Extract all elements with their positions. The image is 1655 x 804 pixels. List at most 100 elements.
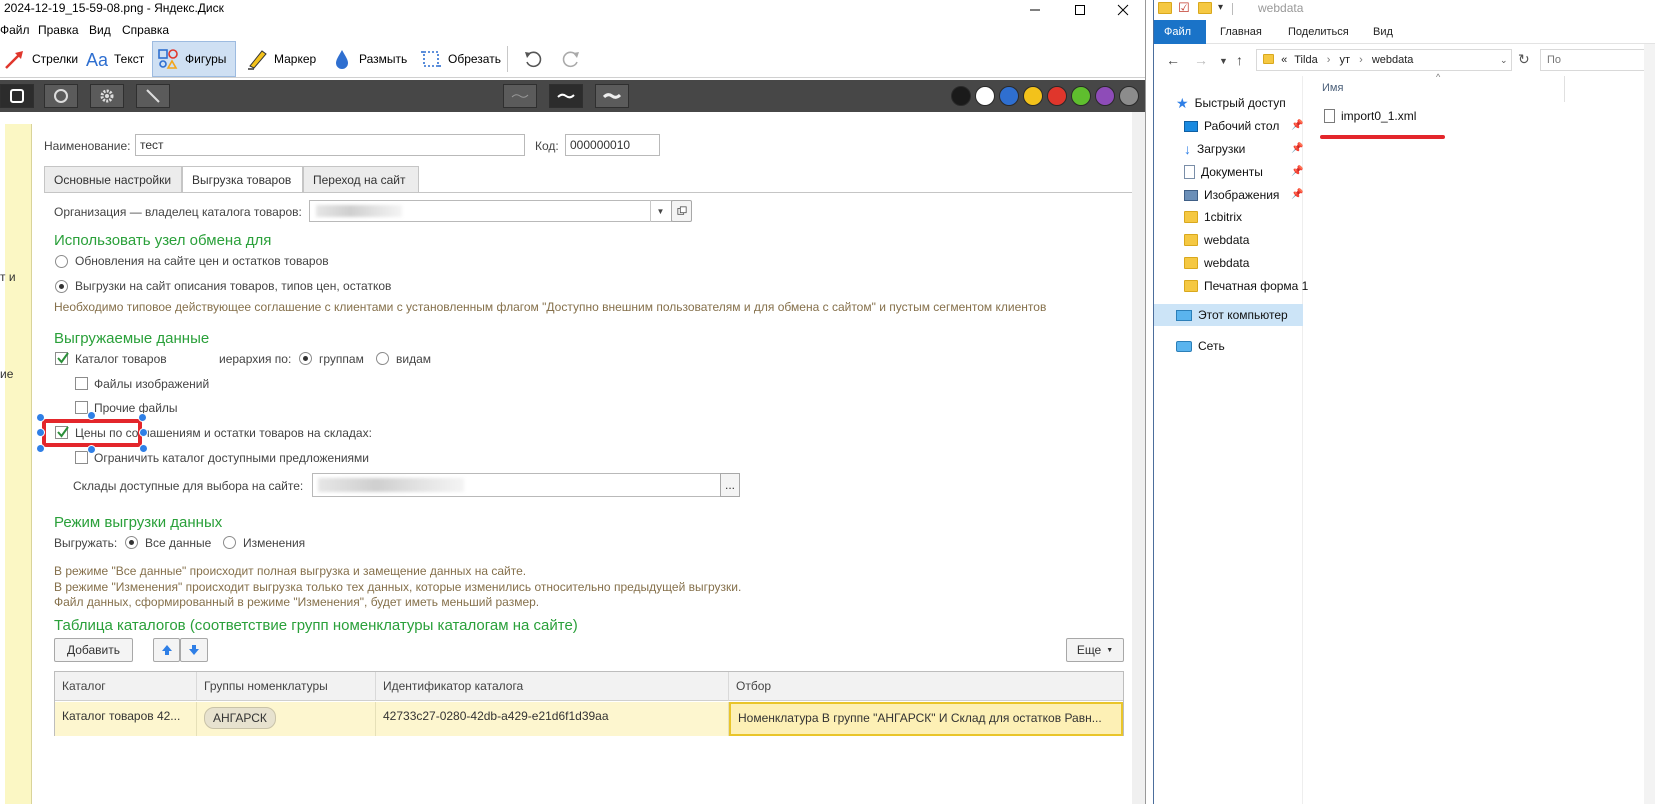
column-header-catalog-id[interactable]: Идентификатор каталога [376, 672, 729, 701]
breadcrumb-overflow[interactable]: « [1281, 54, 1287, 66]
shape-rectangle-button[interactable] [0, 84, 34, 108]
color-swatch[interactable] [999, 86, 1019, 106]
color-swatch[interactable] [1119, 86, 1139, 106]
breadcrumb-webdata[interactable]: webdata [1372, 54, 1414, 66]
quick-access-toolbar-icon[interactable]: ▾ [1218, 2, 1223, 13]
code-input[interactable]: 000000010 [565, 134, 660, 156]
color-swatch[interactable] [951, 86, 971, 106]
shape-settings-button[interactable] [90, 84, 124, 108]
up-button[interactable]: ↑ [1236, 52, 1243, 68]
organization-dropdown[interactable]: ▼ [650, 200, 670, 222]
new-folder-icon[interactable] [1198, 2, 1212, 14]
breadcrumb-tilda[interactable]: Tilda [1294, 54, 1317, 66]
undo-button[interactable] [518, 41, 548, 77]
column-header-filter[interactable]: Отбор [729, 672, 1123, 701]
search-input[interactable]: По [1540, 49, 1655, 71]
tool-text[interactable]: Aa Текст [82, 41, 148, 77]
breadcrumb-ut[interactable]: ут [1339, 54, 1350, 66]
color-swatch[interactable] [975, 86, 995, 106]
table-cell-catalog-id[interactable]: 42733c27-0280-42db-a429-e21d6f1d39aa [376, 702, 729, 736]
radio-hierarchy-groups[interactable] [299, 352, 312, 365]
checkbox-other-files[interactable] [75, 401, 88, 414]
pin-icon[interactable]: 📌 [1291, 120, 1303, 131]
nav-this-pc[interactable]: Этот компьютер [1176, 304, 1288, 326]
color-swatch[interactable] [1023, 86, 1043, 106]
radio-changes[interactable] [223, 536, 236, 549]
pin-icon[interactable]: 📌 [1291, 143, 1303, 154]
checkbox-catalog[interactable] [55, 352, 69, 365]
resize-handle[interactable] [139, 428, 148, 437]
shape-ellipse-button[interactable] [44, 84, 78, 108]
nav-folder-webdata-2[interactable]: webdata [1184, 252, 1249, 274]
maximize-button[interactable] [1058, 0, 1102, 20]
table-cell-groups[interactable]: АНГАРСК [197, 702, 376, 736]
radio-update-prices[interactable] [55, 255, 68, 268]
column-header-groups[interactable]: Группы номенклатуры [197, 672, 376, 701]
move-up-button[interactable] [153, 638, 180, 662]
tool-marker[interactable]: Маркер [242, 41, 320, 77]
tab-main-settings[interactable]: Основные настройки [44, 166, 182, 192]
move-down-button[interactable] [180, 638, 208, 662]
tool-crop[interactable]: Обрезать [416, 41, 505, 77]
table-cell-filter[interactable]: Номенклатура В группе "АНГАРСК" И Склад … [729, 702, 1123, 736]
pin-icon[interactable]: 📌 [1291, 189, 1303, 200]
checkbox-images[interactable] [75, 377, 88, 390]
ribbon-tab-share[interactable]: Поделиться [1278, 20, 1359, 44]
recent-locations-button[interactable]: ▼ [1219, 56, 1228, 66]
radio-all-data[interactable] [125, 536, 138, 549]
tool-arrows[interactable]: Стрелки [0, 41, 82, 77]
forward-button[interactable]: → [1194, 52, 1208, 68]
nav-folder-1cbitrix[interactable]: 1cbitrix [1184, 206, 1242, 228]
nav-desktop[interactable]: Рабочий стол [1184, 115, 1279, 137]
resize-handle[interactable] [36, 413, 45, 422]
redo-button[interactable] [556, 41, 586, 77]
nav-downloads[interactable]: ↓ Загрузки [1184, 138, 1245, 160]
ribbon-tab-view[interactable]: Вид [1363, 20, 1403, 44]
minimize-button[interactable] [1013, 0, 1057, 20]
column-header-name[interactable]: Имя [1322, 82, 1343, 94]
menu-edit[interactable]: Правка [38, 23, 79, 37]
shape-line-button[interactable] [136, 84, 170, 108]
resize-handle[interactable] [139, 444, 148, 453]
ribbon-tab-file[interactable]: Файл [1154, 20, 1206, 44]
ribbon-tab-home[interactable]: Главная [1210, 20, 1272, 44]
checkbox-limit-catalog[interactable] [75, 451, 88, 464]
color-swatch[interactable] [1095, 86, 1115, 106]
close-button[interactable] [1101, 0, 1145, 20]
stroke-medium-button[interactable] [549, 84, 583, 108]
resize-handle[interactable] [87, 445, 96, 454]
radio-export-description[interactable] [55, 280, 68, 293]
nav-pictures[interactable]: Изображения [1184, 184, 1279, 206]
annotation-rectangle[interactable] [42, 419, 142, 447]
resize-handle[interactable] [36, 444, 45, 453]
tool-shapes[interactable]: Фигуры [152, 41, 236, 77]
properties-icon[interactable]: ☑ [1178, 0, 1190, 16]
organization-open-button[interactable] [671, 200, 692, 222]
address-history-chevron-icon[interactable]: ⌄ [1500, 55, 1508, 66]
radio-hierarchy-kinds[interactable] [376, 352, 389, 365]
canvas-scrollbar[interactable] [1132, 112, 1145, 804]
resize-handle[interactable] [138, 413, 147, 422]
nav-folder-print-form[interactable]: Печатная форма 1 [1184, 275, 1308, 297]
tab-go-to-site[interactable]: Переход на сайт [303, 166, 419, 192]
add-button[interactable]: Добавить [54, 638, 133, 662]
nav-documents[interactable]: Документы [1184, 161, 1263, 183]
nav-quick-access[interactable]: ★ Быстрый доступ [1176, 92, 1286, 114]
address-box[interactable]: « Tilda › ут › webdata [1256, 49, 1512, 71]
resize-handle[interactable] [87, 411, 96, 420]
tool-blur[interactable]: Размыть [327, 41, 411, 77]
color-swatch[interactable] [1071, 86, 1091, 106]
stroke-thin-button[interactable] [503, 84, 537, 108]
pin-icon[interactable]: 📌 [1291, 166, 1303, 177]
nav-network[interactable]: Сеть [1176, 335, 1225, 357]
table-cell-catalog[interactable]: Каталог товаров 42... [55, 702, 197, 736]
refresh-icon[interactable]: ↻ [1518, 51, 1530, 68]
file-item[interactable]: import0_1.xml [1324, 105, 1416, 127]
tab-goods-export[interactable]: Выгрузка товаров [182, 166, 303, 193]
menu-view[interactable]: Вид [89, 23, 111, 37]
explorer-scrollbar[interactable] [1644, 44, 1655, 804]
stroke-thick-button[interactable] [595, 84, 629, 108]
column-header-catalog[interactable]: Каталог [55, 672, 197, 701]
menu-help[interactable]: Справка [122, 23, 169, 37]
color-swatch[interactable] [1047, 86, 1067, 106]
